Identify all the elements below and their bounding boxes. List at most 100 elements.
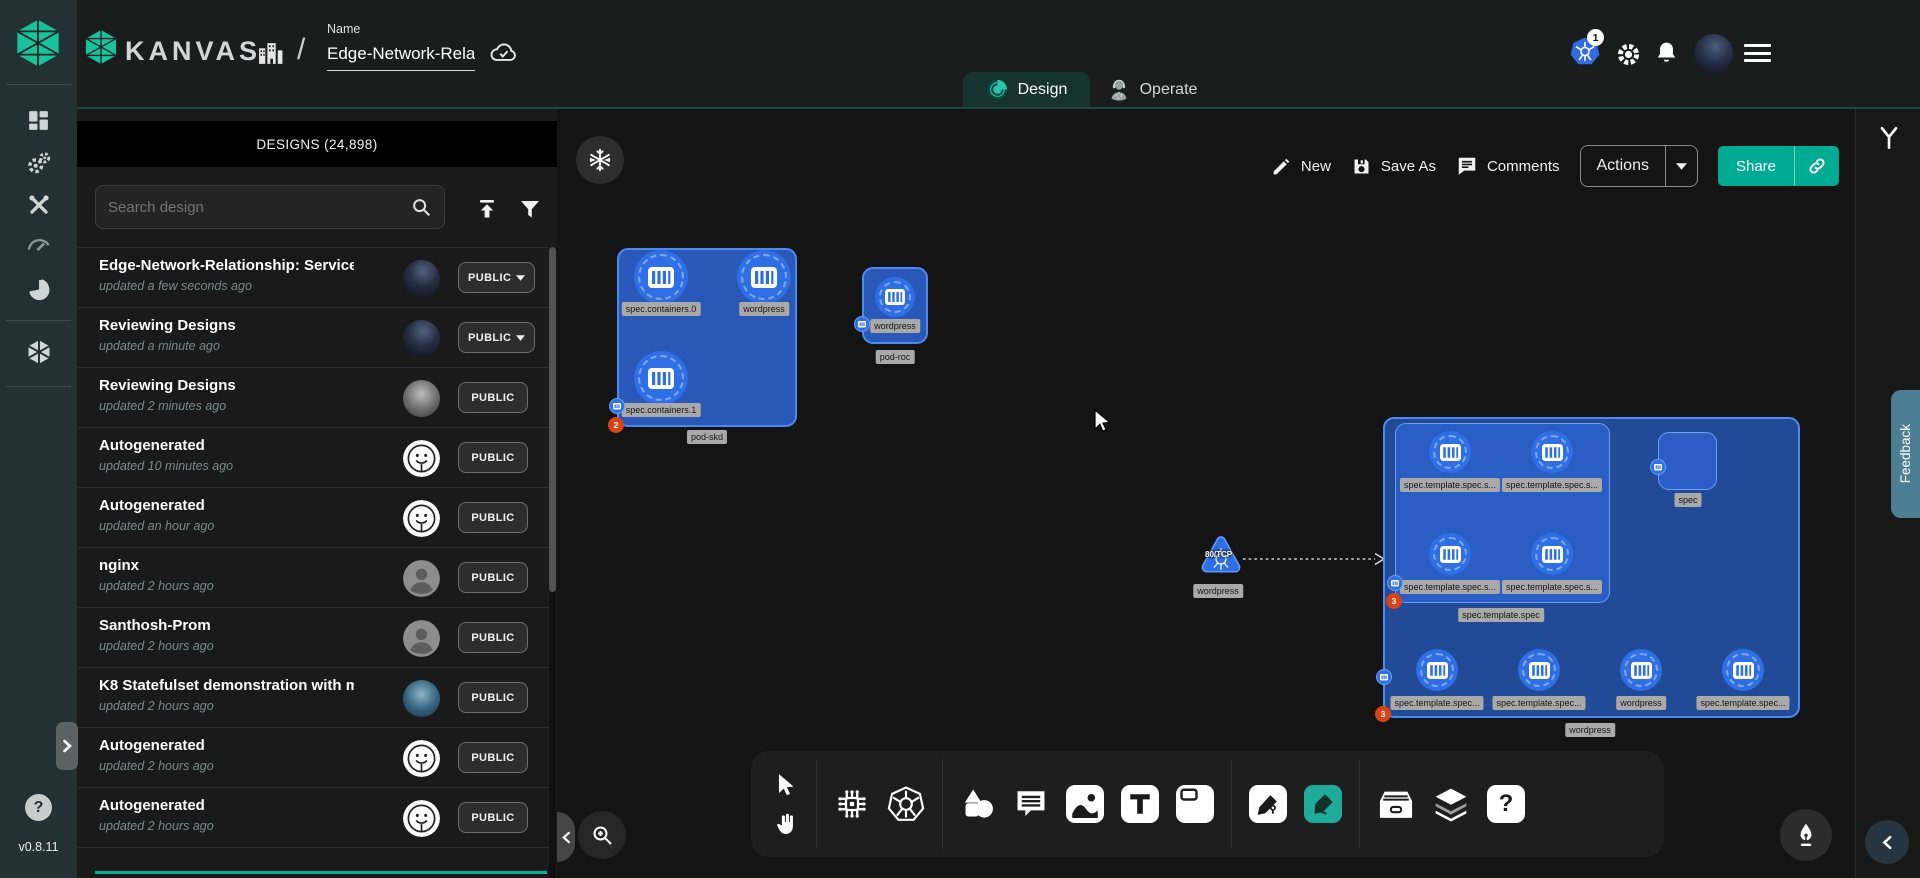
design-name-input[interactable] [327, 42, 475, 71]
hierarchy-y-icon[interactable] [1876, 125, 1902, 156]
help-tool[interactable]: ? [1487, 785, 1525, 823]
design-list-item[interactable]: Autogenerated updated 10 minutes ago PUB… [77, 427, 549, 487]
save-as-button[interactable]: Save As [1351, 156, 1436, 177]
share-split-button[interactable]: Share [1718, 146, 1839, 186]
design-list-item[interactable]: Santhosh-Prom updated 2 hours ago PUBLIC [77, 607, 549, 667]
resource-badge-icon[interactable] [1376, 669, 1392, 685]
collapse-panel-left-button[interactable] [557, 812, 575, 862]
user-avatar[interactable] [1694, 34, 1733, 73]
avatar [403, 380, 440, 417]
search-input[interactable] [108, 199, 410, 216]
image-tool[interactable] [1066, 785, 1104, 823]
visibility-badge[interactable]: PUBLIC [458, 742, 528, 773]
shapes-tool[interactable] [960, 787, 996, 821]
drawer-archive-tool[interactable] [1377, 787, 1415, 821]
help-icon[interactable]: ? [25, 794, 52, 821]
zoom-button[interactable] [578, 811, 626, 859]
edge-port-label: 80/TCP [1205, 550, 1232, 559]
design-list-item[interactable]: Edge-Network-Relationship: Service updat… [77, 247, 549, 307]
collapse-dock-right-button[interactable] [1865, 820, 1909, 864]
pan-hand-tool[interactable] [773, 811, 799, 837]
comments-button[interactable]: Comments [1456, 155, 1560, 177]
node-label: wordpress [870, 319, 920, 333]
design-list-item[interactable]: Autogenerated updated an hour ago PUBLIC [77, 487, 549, 547]
node-container[interactable] [634, 351, 688, 405]
design-search-box[interactable] [95, 185, 445, 229]
note-tool[interactable] [1176, 785, 1214, 823]
new-button[interactable]: New [1271, 156, 1331, 177]
tab-operate[interactable]: Operate [1090, 72, 1214, 107]
layers-tool[interactable] [1432, 786, 1470, 822]
design-list-item[interactable]: Autogenerated updated 2 hours ago PUBLIC [77, 787, 549, 847]
design-list-item[interactable]: nginx updated 2 hours ago PUBLIC [77, 547, 549, 607]
configuration-tools-icon[interactable] [0, 192, 77, 218]
resource-badge-icon[interactable] [609, 398, 625, 414]
filter-icon[interactable] [518, 197, 542, 226]
copy-link-icon[interactable] [1794, 146, 1839, 186]
design-canvas[interactable]: New Save As Comments Actions Share spec.… [557, 109, 1855, 878]
feedback-tab[interactable]: Feedback [1891, 390, 1920, 518]
kubernetes-wheel-tool[interactable] [887, 785, 925, 823]
node-container[interactable] [1620, 649, 1662, 691]
toolbar-divider [942, 759, 943, 849]
design-list-item[interactable]: K8 Statefulset demonstration with mo upd… [77, 667, 549, 727]
pie-chart-icon[interactable] [0, 276, 77, 303]
node-container[interactable] [875, 277, 915, 317]
design-list-item[interactable]: Reviewing Designs updated a minute ago P… [77, 307, 549, 367]
rail-divider [6, 320, 71, 321]
lifecycle-gears-icon[interactable] [0, 150, 77, 177]
actions-dropdown-caret[interactable] [1665, 146, 1697, 186]
tab-design[interactable]: Design [963, 72, 1090, 107]
visibility-badge[interactable]: PUBLIC [458, 322, 535, 353]
notifications-bell-icon[interactable] [1654, 40, 1679, 72]
comment-tool[interactable] [1013, 787, 1049, 821]
visibility-badge[interactable]: PUBLIC [458, 382, 528, 413]
hexagon-icon[interactable] [0, 338, 77, 366]
kanvas-logo-icon[interactable] [16, 18, 60, 73]
node-container[interactable] [737, 250, 791, 304]
performance-gauge-icon[interactable] [0, 232, 77, 256]
components-circuit-tool[interactable] [834, 786, 870, 822]
resource-badge-icon[interactable] [1387, 575, 1403, 591]
dashboard-icon[interactable] [0, 108, 77, 133]
error-count-badge[interactable]: 3 [1375, 706, 1391, 722]
resource-badge-icon[interactable] [1650, 459, 1666, 475]
menu-hamburger-icon[interactable] [1744, 44, 1771, 62]
visibility-badge[interactable]: PUBLIC [458, 442, 528, 473]
expand-rail-button[interactable] [56, 722, 78, 770]
freehand-draw-tool[interactable] [1304, 785, 1342, 823]
list-scrollbar-thumb[interactable] [549, 247, 556, 592]
organization-building-icon[interactable] [257, 41, 284, 71]
resource-badge-icon[interactable] [854, 316, 870, 332]
node-container[interactable] [1531, 533, 1573, 575]
design-list-item-partial[interactable] [77, 847, 549, 871]
node-container[interactable] [1416, 649, 1458, 691]
node-container[interactable] [1518, 649, 1560, 691]
visibility-badge[interactable]: PUBLIC [458, 562, 528, 593]
import-design-icon[interactable] [475, 197, 499, 226]
design-list-item[interactable]: Autogenerated updated 2 hours ago PUBLIC [77, 727, 549, 787]
visibility-badge[interactable]: PUBLIC [458, 682, 528, 713]
visibility-badge[interactable]: PUBLIC [458, 502, 528, 533]
group-spec-template-spec[interactable] [1395, 423, 1610, 603]
node-container[interactable] [1429, 533, 1471, 575]
visibility-badge[interactable]: PUBLIC [458, 622, 528, 653]
visibility-badge[interactable]: PUBLIC [458, 262, 535, 293]
kanvas-snowflake-icon[interactable] [576, 136, 624, 184]
kubernetes-context-button[interactable]: 1 [1569, 36, 1601, 73]
node-container[interactable] [634, 250, 688, 304]
error-count-badge[interactable]: 3 [1386, 593, 1402, 609]
group-spec[interactable] [1658, 432, 1717, 490]
pen-nib-button[interactable] [1780, 809, 1832, 861]
node-container[interactable] [1531, 431, 1573, 473]
node-container[interactable] [1429, 431, 1471, 473]
text-tool[interactable] [1121, 785, 1159, 823]
actions-split-button[interactable]: Actions [1580, 145, 1698, 187]
error-count-badge[interactable]: 2 [608, 417, 624, 433]
pen-path-tool[interactable] [1249, 785, 1287, 823]
settings-gear-icon[interactable] [1615, 41, 1642, 73]
design-list-item[interactable]: Reviewing Designs updated 2 minutes ago … [77, 367, 549, 427]
node-container[interactable] [1722, 649, 1764, 691]
visibility-badge[interactable]: PUBLIC [458, 802, 528, 833]
select-cursor-tool[interactable] [773, 772, 799, 798]
